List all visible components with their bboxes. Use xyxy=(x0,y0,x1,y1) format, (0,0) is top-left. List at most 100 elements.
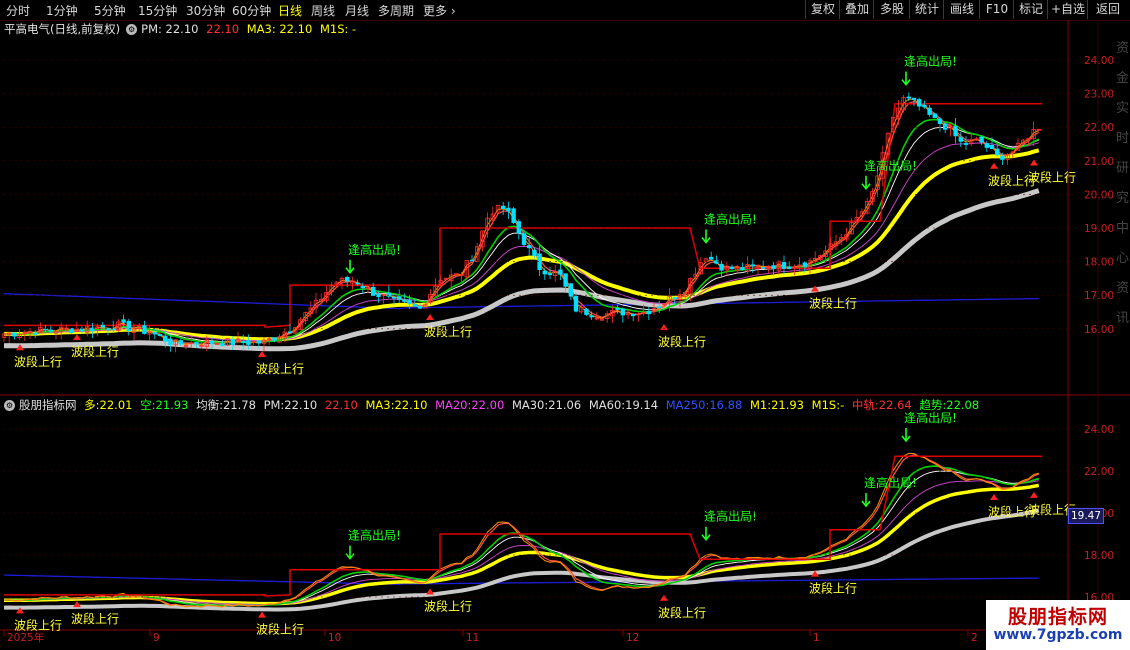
date-tick: 12 xyxy=(626,632,639,644)
up-signal-label: 波段上行 xyxy=(1028,169,1076,184)
up-signal-label: 波段上行 xyxy=(14,617,62,632)
candle-down xyxy=(69,328,74,334)
candle-down xyxy=(506,207,511,212)
candle-down xyxy=(646,310,651,315)
watermark-logo: 股朋指标网 www.7gpzb.com xyxy=(986,600,1130,650)
candle-down xyxy=(272,337,277,341)
candle-down xyxy=(402,299,407,302)
candle-down xyxy=(802,262,807,267)
logo-title: 股朋指标网 xyxy=(1007,606,1108,628)
candle-down xyxy=(527,245,532,249)
exit-signal-label: 逢高出局! xyxy=(704,212,757,227)
period-tab[interactable]: 多周期 xyxy=(378,2,414,19)
candle-down xyxy=(516,221,521,234)
candle-down xyxy=(761,267,766,269)
exit-signal-label: 逢高出局! xyxy=(864,158,917,173)
multi-stock-button[interactable]: 多股 xyxy=(873,0,910,19)
price-tick: 16.00 xyxy=(1084,324,1114,336)
more-label: 更多 xyxy=(423,4,448,18)
candle-down xyxy=(589,315,594,318)
candle-down xyxy=(469,259,475,262)
candle-down xyxy=(740,267,745,271)
fuquan-button[interactable]: 复权 xyxy=(805,0,840,19)
up-signal-label: 波段上行 xyxy=(424,324,472,339)
up-signal-label: 波段上行 xyxy=(71,611,119,626)
candle-down xyxy=(781,261,787,269)
candle-down xyxy=(100,324,105,328)
period-toolbar: 分时 1分钟 5分钟 15分钟 30分钟 60分钟 日线 周线 月线 多周期 更… xyxy=(0,0,1130,21)
price-tick: 23.00 xyxy=(1084,89,1114,101)
period-tab[interactable]: 周线 xyxy=(311,2,335,19)
date-tick: 11 xyxy=(466,632,479,644)
up-triangle-icon xyxy=(990,162,998,169)
back-button[interactable]: 返回 xyxy=(1087,0,1128,19)
candle-down xyxy=(162,335,168,342)
candle-down xyxy=(547,273,553,276)
candle-down xyxy=(911,97,917,100)
up-triangle-icon xyxy=(426,314,434,320)
price-tick: 17.00 xyxy=(1084,290,1114,302)
candle-down xyxy=(511,208,516,223)
candle-down xyxy=(370,286,376,296)
exit-signal-label: 逢高出局! xyxy=(904,54,957,69)
candle-down xyxy=(719,263,724,271)
up-signal-label: 波段上行 xyxy=(424,599,472,614)
candle-down xyxy=(932,113,937,118)
candle-down xyxy=(396,296,402,300)
candle-down xyxy=(142,325,147,334)
candle-down xyxy=(709,256,714,260)
up-triangle-icon xyxy=(426,588,434,595)
right-strip-char: 研 xyxy=(1116,161,1129,176)
candle-down xyxy=(209,340,215,344)
candle-down xyxy=(558,269,563,275)
exit-arrow-icon xyxy=(861,175,871,191)
price-tick: 20.00 xyxy=(1084,189,1114,201)
right-strip-char: 究 xyxy=(1116,191,1129,206)
candle-down xyxy=(521,233,527,245)
period-tab[interactable]: 月线 xyxy=(345,2,369,19)
candle-down xyxy=(360,285,365,289)
period-tab[interactable]: 15分钟 xyxy=(138,2,177,19)
up-triangle-icon xyxy=(73,601,81,608)
period-tab-active[interactable]: 日线 xyxy=(278,2,302,19)
up-triangle-icon xyxy=(660,324,668,331)
period-tab[interactable]: 60分钟 xyxy=(232,2,271,19)
period-more[interactable]: 更多 › xyxy=(423,2,456,19)
period-tab[interactable]: 分时 xyxy=(6,2,30,19)
stats-button[interactable]: 统计 xyxy=(909,0,944,19)
up-triangle-icon xyxy=(73,334,81,341)
draw-line-button[interactable]: 画线 xyxy=(943,0,980,19)
overlay-button[interactable]: 叠加 xyxy=(839,0,874,19)
ma20-line xyxy=(3,480,1039,605)
candle-down xyxy=(568,283,573,297)
chevron-right-icon: › xyxy=(447,4,456,18)
candle-down xyxy=(417,305,423,309)
add-watchlist-button[interactable]: +自选 xyxy=(1047,0,1088,19)
f10-button[interactable]: F10 xyxy=(979,0,1014,19)
candle-down xyxy=(714,260,719,264)
candle-down xyxy=(246,340,251,345)
candle-down xyxy=(584,308,589,315)
period-tab[interactable]: 5分钟 xyxy=(94,2,126,19)
right-strip-char: 实 xyxy=(1116,101,1129,116)
mark-button[interactable]: 标记 xyxy=(1013,0,1048,19)
right-strip-char: 金 xyxy=(1116,70,1129,86)
candle-down xyxy=(615,307,620,310)
up-signal-label: 波段上行 xyxy=(71,344,119,359)
date-tick: 2025年 xyxy=(7,631,44,644)
period-tab[interactable]: 1分钟 xyxy=(46,2,78,19)
up-triangle-icon xyxy=(258,611,266,618)
candle-down xyxy=(989,145,995,150)
candle-down xyxy=(344,276,350,282)
candle-down xyxy=(412,304,417,307)
kline-chart-canvas[interactable]: 逢高出局!逢高出局!逢高出局!逢高出局!波段上行波段上行波段上行波段上行波段上行… xyxy=(0,20,1130,650)
candle-down xyxy=(1000,156,1005,160)
up-triangle-icon xyxy=(990,494,998,500)
period-tab[interactable]: 30分钟 xyxy=(186,2,225,19)
price-tick: 22.00 xyxy=(1084,466,1114,478)
candle-down xyxy=(355,282,360,285)
price-tick: 24.00 xyxy=(1084,424,1114,436)
candle-down xyxy=(220,343,225,347)
up-triangle-icon xyxy=(1030,159,1038,166)
right-strip-char: 资 xyxy=(1116,41,1129,56)
